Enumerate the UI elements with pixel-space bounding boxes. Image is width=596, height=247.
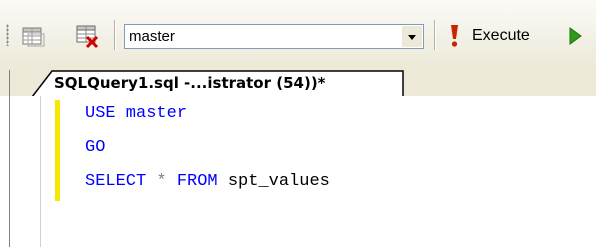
database-identifier: master bbox=[115, 104, 188, 123]
selected-database: master bbox=[129, 28, 175, 45]
tab-label: SQLQuery1.sql -...istrator (54))* bbox=[54, 74, 326, 92]
editor-gutter bbox=[18, 96, 52, 247]
code-line-2[interactable]: GO bbox=[85, 138, 105, 157]
keyword-select: SELECT bbox=[85, 172, 147, 191]
tab-sqlquery1[interactable]: SQLQuery1.sql -...istrator (54))* bbox=[32, 70, 404, 97]
code-line-3[interactable]: SELECT * FROM spt_values bbox=[85, 172, 330, 191]
query-toolbar: master Execute bbox=[0, 0, 596, 70]
available-databases-combobox[interactable]: master bbox=[124, 24, 424, 49]
changed-lines-indicator bbox=[55, 100, 60, 201]
keyword-use: USE bbox=[85, 104, 116, 123]
gutter-divider bbox=[40, 96, 41, 247]
keyword-go: GO bbox=[85, 138, 106, 157]
code-line-1[interactable]: USE master bbox=[85, 104, 187, 123]
toolbar-separator bbox=[114, 20, 115, 50]
toolbar-grip[interactable] bbox=[6, 24, 9, 46]
editor-border bbox=[9, 70, 10, 247]
table-identifier: spt_values bbox=[217, 172, 330, 191]
star-operator: * bbox=[146, 172, 177, 191]
debug-play-icon[interactable] bbox=[568, 27, 582, 45]
dropdown-arrow-icon[interactable] bbox=[402, 26, 422, 47]
query-options-icon[interactable] bbox=[20, 22, 48, 50]
grid-results-cancel-icon[interactable] bbox=[74, 22, 102, 50]
execute-button[interactable]: Execute bbox=[472, 27, 530, 45]
execute-exclamation-icon[interactable] bbox=[447, 22, 461, 50]
keyword-from: FROM bbox=[176, 172, 218, 191]
toolbar-separator bbox=[434, 20, 435, 50]
